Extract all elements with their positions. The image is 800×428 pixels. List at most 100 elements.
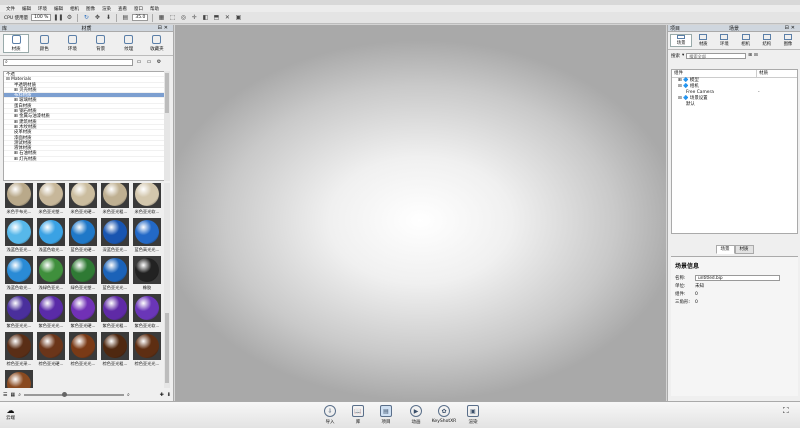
tab-0[interactable]: 材质 <box>3 34 30 53</box>
bottom-button-1[interactable]: 📖 库 <box>347 405 369 425</box>
pause-icon[interactable]: ❚❚ <box>53 14 63 22</box>
subtab-1[interactable]: 材质 <box>734 245 754 254</box>
tab-3[interactable]: 背景 <box>88 34 114 53</box>
menu-item[interactable]: 编辑 <box>54 6 63 12</box>
settings-icon[interactable]: ⚙ <box>155 59 163 66</box>
material-thumbnail[interactable]: 棕色亚光硬... <box>35 332 67 369</box>
tab-1[interactable]: 颜色 <box>31 34 57 53</box>
project-tab-4[interactable]: 结构 <box>757 34 777 47</box>
scene-search-input[interactable]: 搜索全部 <box>686 52 747 59</box>
list-view-icon[interactable]: ☰ <box>3 392 7 398</box>
zoom-out-icon[interactable]: ⌕ <box>18 392 21 398</box>
frame-icon[interactable]: ◧ <box>201 14 209 22</box>
chevron-down-icon[interactable]: ▾ <box>682 53 684 58</box>
scene-name-input[interactable]: untitled.bip <box>695 275 780 281</box>
collapse-icon[interactable]: ⊟ <box>754 53 758 58</box>
grid-icon[interactable]: ▦ <box>157 14 165 22</box>
close-all-icon[interactable]: ✕ <box>223 14 231 22</box>
material-thumbnail[interactable]: 棕色亚光粗... <box>99 332 131 369</box>
subtab-0[interactable]: 场景 <box>715 245 735 254</box>
menu-item[interactable]: 帮助 <box>150 6 159 12</box>
bottom-button-2[interactable]: ▤ 项目 <box>375 405 397 425</box>
import-arrow-icon[interactable]: ⬇ <box>104 14 112 22</box>
pan-icon[interactable]: ✛ <box>190 14 198 22</box>
project-tab-2[interactable]: 环境 <box>714 34 734 47</box>
download-icon[interactable]: ⬇ <box>167 392 171 398</box>
panel-close-icon[interactable]: ⊟✕ <box>785 25 797 31</box>
panel-close-icon[interactable]: ⊟✕ <box>158 25 170 31</box>
material-thumbnail[interactable]: 米色亚光硬... <box>67 183 99 217</box>
project-tab-5[interactable]: 图像 <box>778 34 798 47</box>
zoom-in-icon[interactable]: ⌕ <box>127 392 130 398</box>
menu-item[interactable]: 相机 <box>70 6 79 12</box>
menu-item[interactable]: 图像 <box>86 6 95 12</box>
menu-item[interactable]: 文件 <box>6 6 15 12</box>
material-thumbnail[interactable]: 米色手布光... <box>3 183 35 217</box>
grid-scrollbar[interactable] <box>164 183 170 388</box>
menu-item[interactable]: 窗口 <box>134 6 143 12</box>
menu-item[interactable]: 查看 <box>118 6 127 12</box>
region-icon[interactable]: ⬒ <box>212 14 220 22</box>
cloud-button[interactable]: ☁ 云端 <box>6 406 15 421</box>
material-thumbnail[interactable]: 棕色亚光光... <box>131 332 163 369</box>
bottom-button-0[interactable]: ⇩ 导入 <box>319 405 341 425</box>
material-thumbnail[interactable]: 棕色柔软橙... <box>3 370 35 388</box>
material-thumbnail[interactable]: 米色亚光粗... <box>99 183 131 217</box>
library-search-input[interactable]: ⌕ <box>3 58 133 66</box>
add-icon[interactable]: ✚ <box>160 392 164 398</box>
material-thumbnail[interactable]: 紫色亚光硬... <box>67 294 99 331</box>
move-icon[interactable]: ✥ <box>93 14 101 22</box>
project-tab-1[interactable]: 材质 <box>693 34 713 47</box>
material-thumbnail[interactable]: 棕色亚光采... <box>3 332 35 369</box>
material-thumbnail[interactable]: 紫色亚光光... <box>3 294 35 331</box>
tumble-icon[interactable]: ◎ <box>179 14 187 22</box>
refresh-icon[interactable]: ↻ <box>82 14 90 22</box>
project-tab-3[interactable]: 相机 <box>736 34 756 47</box>
material-thumbnail[interactable]: 紫色亚光光... <box>35 294 67 331</box>
tab-label: 背景 <box>96 47 106 52</box>
grid-view-icon[interactable]: ▦ <box>10 392 15 398</box>
material-thumbnail[interactable]: 浅蓝色软光... <box>35 218 67 255</box>
screenshot-icon[interactable]: ▣ <box>234 14 242 22</box>
select-icon[interactable]: ⬚ <box>168 14 176 22</box>
zoom-field[interactable]: 35.0 <box>132 14 149 21</box>
material-thumbnail[interactable]: 浅蓝色软光... <box>3 256 35 293</box>
tab-label: 环境 <box>720 42 729 47</box>
menu-item[interactable]: 环境 <box>38 6 47 12</box>
scene-tree-item[interactable]: 默认 <box>672 102 797 108</box>
material-thumbnail[interactable]: 蓝色亚光光... <box>99 256 131 293</box>
material-thumbnail[interactable]: 棕色亚光光... <box>67 332 99 369</box>
new-folder-icon[interactable]: ▭ <box>145 59 153 66</box>
fullscreen-button[interactable]: ⛶ <box>783 406 789 416</box>
tab-4[interactable]: 纹理 <box>116 34 142 53</box>
project-tab-0[interactable]: 场景 <box>670 34 693 47</box>
material-thumbnail[interactable]: 紫色亚光粗... <box>99 294 131 331</box>
material-thumbnail[interactable]: 紫色亚光软... <box>131 294 163 331</box>
tab-5[interactable]: 收藏夹 <box>144 34 170 53</box>
camera-icon[interactable]: ▤ <box>121 14 129 22</box>
material-thumbnail[interactable]: 米色亚光软... <box>131 183 163 217</box>
material-thumbnail[interactable]: 橡胶 <box>131 256 163 293</box>
menu-item[interactable]: 编辑 <box>22 6 31 12</box>
bottom-button-4[interactable]: ✿ KeyShotXR <box>432 405 456 424</box>
material-thumbnail[interactable]: 浅蓝色亚光... <box>3 218 35 255</box>
folder-icon[interactable]: ▭ <box>135 59 143 66</box>
tree-scrollbar[interactable] <box>164 71 170 181</box>
tab-2[interactable]: 环境 <box>59 34 85 53</box>
tree-item[interactable]: ⊞ 灯光材质 <box>4 157 164 163</box>
material-thumbnail[interactable]: 蓝色高光光... <box>131 218 163 255</box>
material-thumbnail[interactable]: 米色亚光塑... <box>35 183 67 217</box>
cpu-usage-select[interactable]: 100 % <box>31 14 52 21</box>
expand-icon[interactable]: ⊞ <box>748 53 752 58</box>
info-value: 未知 <box>695 284 704 289</box>
menu-item[interactable]: 渲染 <box>102 6 111 12</box>
material-thumbnail[interactable]: 深蓝色亚光... <box>99 218 131 255</box>
material-thumbnail[interactable]: 绿色亚光塑... <box>67 256 99 293</box>
material-thumbnail[interactable]: 浅绿色亚光... <box>35 256 67 293</box>
thumbnail-size-slider[interactable] <box>24 392 125 397</box>
material-thumbnail[interactable]: 蓝色亚光硬... <box>67 218 99 255</box>
bottom-button-3[interactable]: ▶ 动画 <box>405 405 427 425</box>
bottom-button-5[interactable]: ▣ 渲染 <box>462 405 484 425</box>
render-viewport[interactable] <box>175 25 666 401</box>
settings-icon[interactable]: ⚙ <box>65 14 73 22</box>
